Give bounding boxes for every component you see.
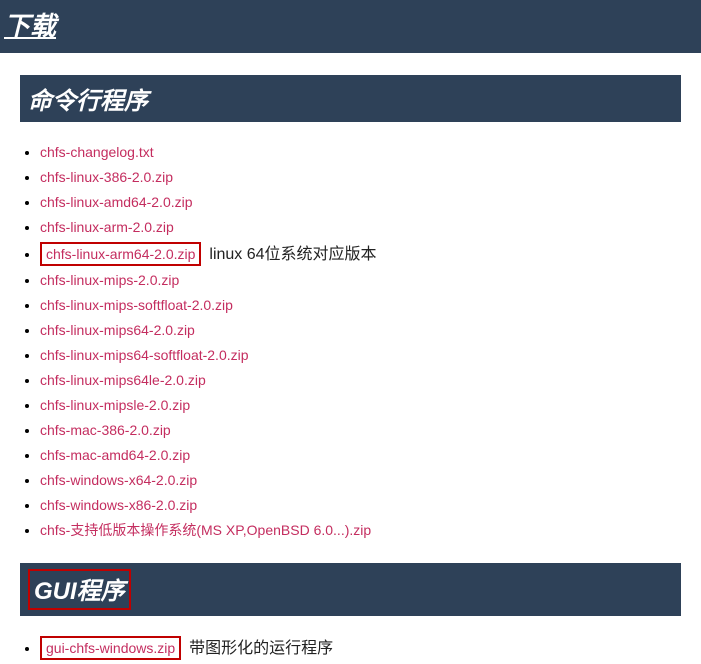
list-item: chfs-linux-mips64-2.0.zip [40, 320, 681, 341]
list-item: chfs-支持低版本操作系统(MS XP,OpenBSD 6.0...).zip [40, 520, 681, 541]
cli-download-link[interactable]: chfs-windows-x64-2.0.zip [40, 472, 197, 488]
annotation: linux 64位系统对应版本 [209, 246, 376, 263]
list-item: chfs-linux-386-2.0.zip [40, 167, 681, 188]
list-item: chfs-linux-arm64-2.0.zip linux 64位系统对应版本 [40, 242, 681, 266]
section-header-cli: 命令行程序 [20, 75, 681, 122]
gui-download-link[interactable]: gui-chfs-windows.zip [40, 636, 181, 660]
cli-download-link[interactable]: chfs-linux-mipsle-2.0.zip [40, 397, 190, 413]
section-title-cli: 命令行程序 [28, 81, 148, 116]
cli-download-link[interactable]: chfs-linux-arm64-2.0.zip [40, 242, 201, 266]
gui-download-list: gui-chfs-windows.zip 带图形化的运行程序 [20, 616, 681, 660]
list-item: chfs-linux-amd64-2.0.zip [40, 192, 681, 213]
cli-download-link[interactable]: chfs-支持低版本操作系统(MS XP,OpenBSD 6.0...).zip [40, 522, 371, 538]
page-header: 下载 [0, 0, 701, 53]
cli-download-link[interactable]: chfs-linux-mips-2.0.zip [40, 272, 179, 288]
list-item: chfs-linux-arm-2.0.zip [40, 217, 681, 238]
cli-download-link[interactable]: chfs-changelog.txt [40, 144, 154, 160]
content: 命令行程序 chfs-changelog.txt chfs-linux-386-2… [0, 75, 701, 660]
cli-download-link[interactable]: chfs-mac-386-2.0.zip [40, 422, 171, 438]
list-item: chfs-linux-mipsle-2.0.zip [40, 395, 681, 416]
list-item: chfs-mac-amd64-2.0.zip [40, 445, 681, 466]
cli-download-link[interactable]: chfs-linux-arm-2.0.zip [40, 219, 174, 235]
section-title-gui: GUI程序 [28, 569, 131, 610]
cli-download-link[interactable]: chfs-windows-x86-2.0.zip [40, 497, 197, 513]
cli-download-link[interactable]: chfs-linux-386-2.0.zip [40, 169, 173, 185]
list-item: chfs-mac-386-2.0.zip [40, 420, 681, 441]
list-item: chfs-changelog.txt [40, 142, 681, 163]
cli-download-link[interactable]: chfs-linux-mips64-softfloat-2.0.zip [40, 347, 249, 363]
cli-download-link[interactable]: chfs-linux-mips64-2.0.zip [40, 322, 195, 338]
cli-download-link[interactable]: chfs-linux-amd64-2.0.zip [40, 194, 193, 210]
section-header-gui: GUI程序 [20, 563, 681, 616]
page-title: 下载 [4, 6, 56, 43]
list-item: chfs-windows-x64-2.0.zip [40, 470, 681, 491]
annotation: 带图形化的运行程序 [189, 640, 333, 657]
list-item: chfs-windows-x86-2.0.zip [40, 495, 681, 516]
list-item: chfs-linux-mips-softfloat-2.0.zip [40, 295, 681, 316]
cli-download-link[interactable]: chfs-mac-amd64-2.0.zip [40, 447, 190, 463]
cli-download-link[interactable]: chfs-linux-mips-softfloat-2.0.zip [40, 297, 233, 313]
list-item: gui-chfs-windows.zip 带图形化的运行程序 [40, 636, 681, 660]
list-item: chfs-linux-mips64-softfloat-2.0.zip [40, 345, 681, 366]
list-item: chfs-linux-mips-2.0.zip [40, 270, 681, 291]
list-item: chfs-linux-mips64le-2.0.zip [40, 370, 681, 391]
cli-download-link[interactable]: chfs-linux-mips64le-2.0.zip [40, 372, 206, 388]
cli-download-list: chfs-changelog.txt chfs-linux-386-2.0.zip… [20, 122, 681, 541]
